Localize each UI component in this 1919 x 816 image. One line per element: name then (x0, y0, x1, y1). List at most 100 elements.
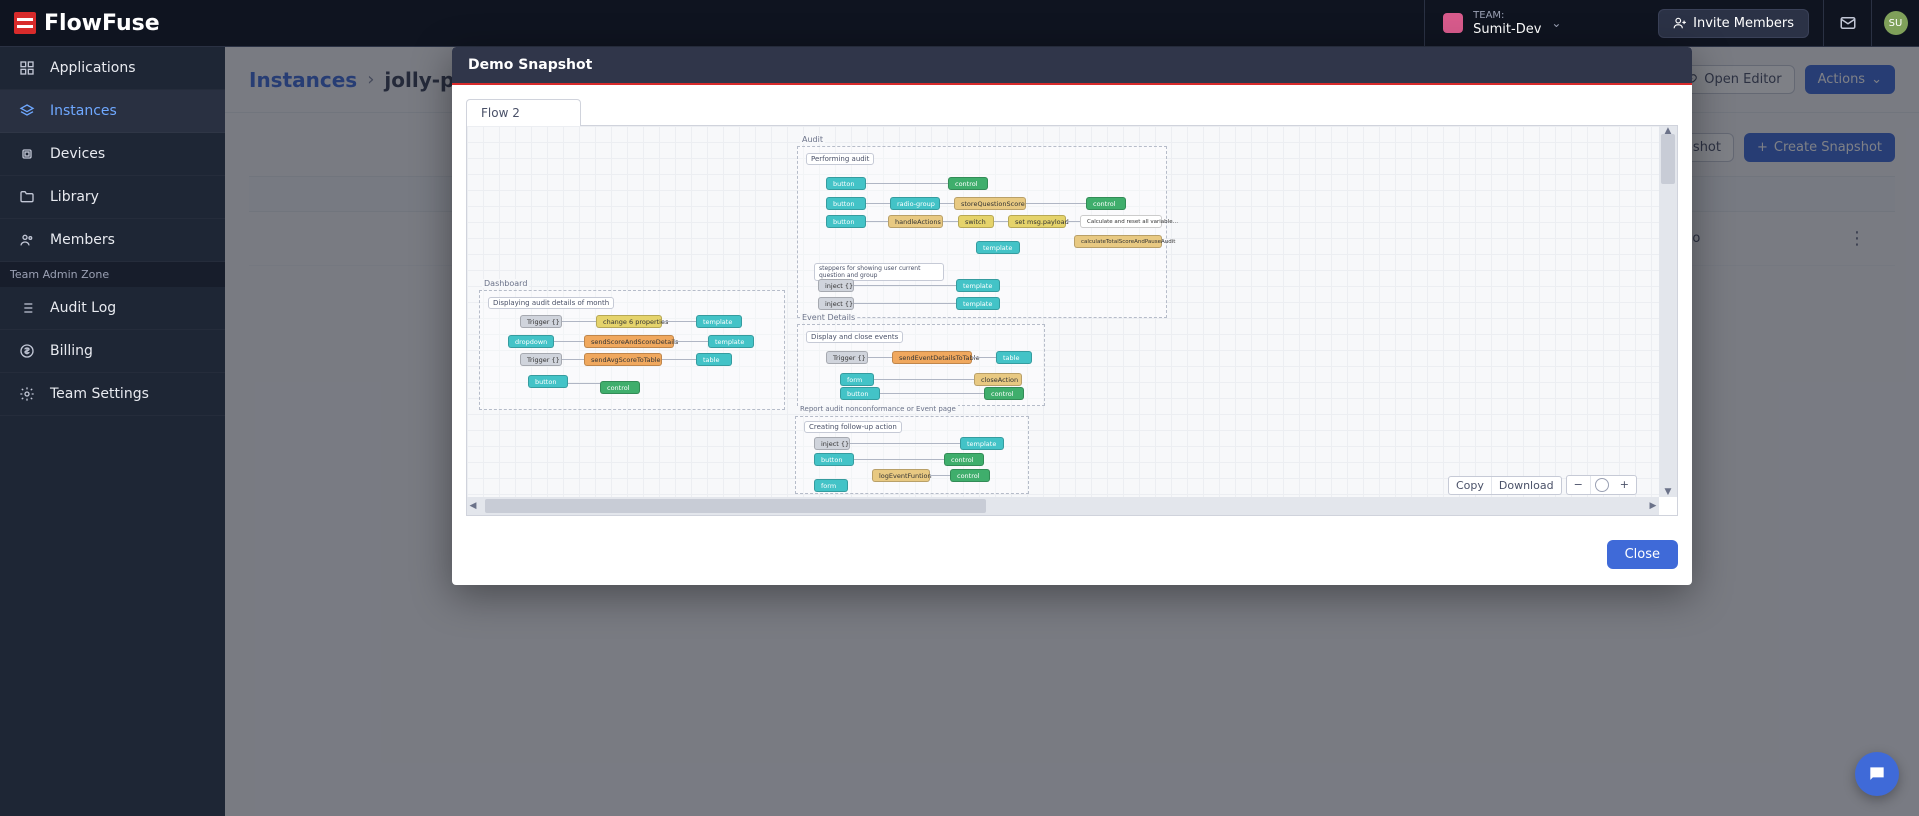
node-control[interactable]: control (1086, 197, 1126, 210)
node-button[interactable]: button (826, 215, 866, 228)
sidebar-item-library[interactable]: Library (0, 176, 225, 219)
grid-icon (18, 59, 36, 77)
node-change[interactable]: set msg.payload (1008, 215, 1066, 228)
comment-node: Performing audit (806, 153, 874, 165)
node-button[interactable]: button (826, 197, 866, 210)
node-table[interactable]: table (996, 351, 1032, 364)
modal-backdrop[interactable]: Demo Snapshot Flow 2 Audit Performing au… (225, 47, 1919, 816)
node-inject[interactable]: Trigger {} (520, 315, 562, 328)
folder-icon (18, 188, 36, 206)
vertical-scrollbar[interactable]: ▲ ▼ (1659, 126, 1677, 497)
node-function[interactable]: sendScoreAndScoreDetails (584, 335, 674, 348)
node-function[interactable]: handleActions (888, 215, 943, 228)
close-button[interactable]: Close (1607, 540, 1678, 569)
node-table[interactable]: table (696, 353, 732, 366)
topbar: FlowFuse TEAM: Sumit-Dev ⌄ Invite Member… (0, 0, 1919, 47)
dollar-icon (18, 342, 36, 360)
node-form[interactable]: form (814, 479, 848, 492)
node-control[interactable]: control (950, 469, 990, 482)
node-inject[interactable]: inject {} (818, 279, 854, 292)
node-template[interactable]: template (708, 335, 754, 348)
team-label: TEAM: (1473, 10, 1541, 22)
inbox-button[interactable] (1823, 0, 1871, 47)
node-radio-group[interactable]: radio-group (890, 197, 940, 210)
team-avatar-icon (1443, 13, 1463, 33)
node-inject[interactable]: inject {} (818, 297, 854, 310)
scroll-right-icon[interactable]: ▶ (1647, 497, 1659, 515)
node-template[interactable]: template (960, 437, 1004, 450)
node-template[interactable]: template (956, 279, 1000, 292)
sidebar-item-instances[interactable]: Instances (0, 90, 225, 133)
modal-title: Demo Snapshot (452, 47, 1692, 85)
node-control[interactable]: control (944, 453, 984, 466)
chat-button[interactable] (1855, 752, 1899, 796)
node-function[interactable]: sendAvgScoreToTable (584, 353, 662, 366)
zoom-out-button[interactable]: − (1567, 476, 1591, 494)
node-function[interactable]: closeAction (974, 373, 1022, 386)
sidebar-label: Audit Log (50, 300, 116, 316)
node-form[interactable]: form (840, 373, 874, 386)
node-control[interactable]: control (984, 387, 1024, 400)
node-inject[interactable]: Trigger {} (520, 353, 562, 366)
flow-canvas[interactable]: Audit Performing audit button control bu… (467, 126, 1659, 497)
node-button[interactable]: button (814, 453, 854, 466)
node-template[interactable]: template (976, 241, 1020, 254)
node-function[interactable]: storeQuestionScore (954, 197, 1026, 210)
user-menu[interactable]: SU (1871, 0, 1919, 47)
gear-icon (18, 385, 36, 403)
node-button[interactable]: button (528, 375, 568, 388)
layers-icon (18, 102, 36, 120)
flow-canvas-wrap: Audit Performing audit button control bu… (466, 126, 1678, 516)
envelope-icon (1839, 14, 1857, 32)
zoom-in-button[interactable]: + (1613, 476, 1636, 494)
horizontal-scrollbar[interactable]: ◀ ▶ (467, 497, 1659, 515)
node-control[interactable]: control (600, 381, 640, 394)
group-report: Report audit nonconformance or Event pag… (795, 416, 1029, 494)
flow-tabs: Flow 2 (466, 99, 1678, 126)
sidebar-item-audit-log[interactable]: Audit Log (0, 287, 225, 330)
chevron-down-icon: ⌄ (1551, 16, 1561, 30)
sidebar-label: Library (50, 189, 99, 205)
flow-tab[interactable]: Flow 2 (466, 99, 581, 126)
sidebar-label: Team Settings (50, 386, 149, 402)
brand[interactable]: FlowFuse (0, 11, 174, 36)
node-template[interactable]: template (696, 315, 742, 328)
node-function[interactable]: sendEventDetailsToTable (892, 351, 972, 364)
copy-button[interactable]: Copy (1449, 477, 1492, 494)
user-avatar: SU (1884, 11, 1908, 35)
sidebar-label: Instances (50, 103, 117, 119)
download-button[interactable]: Download (1492, 477, 1561, 494)
node-function[interactable]: Calculate and reset all variable… (1080, 215, 1162, 228)
node-function[interactable]: logEventFuntion (872, 469, 930, 482)
sidebar-item-members[interactable]: Members (0, 219, 225, 262)
node-dropdown[interactable]: dropdown (508, 335, 554, 348)
node-function[interactable]: calculateTotalScoreAndPauseAudit (1074, 235, 1162, 248)
group-event-details: Event Details Display and close events T… (797, 324, 1045, 406)
invite-label: Invite Members (1693, 16, 1794, 31)
sidebar: Applications Instances Devices Library M… (0, 47, 225, 816)
scroll-thumb[interactable] (1661, 134, 1675, 184)
zoom-reset-button[interactable] (1595, 478, 1609, 492)
scroll-down-icon[interactable]: ▼ (1659, 487, 1677, 497)
main: Instances › jolly-pallid-harrier-4653 ru… (225, 47, 1919, 816)
node-inject[interactable]: Trigger {} (826, 351, 868, 364)
scroll-left-icon[interactable]: ◀ (467, 497, 479, 515)
node-change[interactable]: change 6 properties (596, 315, 662, 328)
sidebar-item-applications[interactable]: Applications (0, 47, 225, 90)
sidebar-admin-section: Team Admin Zone (0, 262, 225, 287)
node-inject[interactable]: inject {} (814, 437, 850, 450)
sidebar-item-devices[interactable]: Devices (0, 133, 225, 176)
cpu-icon (18, 145, 36, 163)
sidebar-item-team-settings[interactable]: Team Settings (0, 373, 225, 416)
invite-members-button[interactable]: Invite Members (1658, 9, 1809, 38)
node-switch[interactable]: switch (958, 215, 994, 228)
node-button[interactable]: button (840, 387, 880, 400)
node-button[interactable]: button (826, 177, 866, 190)
sidebar-item-billing[interactable]: Billing (0, 330, 225, 373)
team-selector[interactable]: TEAM: Sumit-Dev ⌄ (1424, 0, 1644, 46)
node-control[interactable]: control (948, 177, 988, 190)
node-template[interactable]: template (956, 297, 1000, 310)
comment-node: Creating follow-up action (804, 421, 902, 433)
brand-text: FlowFuse (44, 11, 160, 36)
scroll-thumb[interactable] (485, 499, 986, 513)
